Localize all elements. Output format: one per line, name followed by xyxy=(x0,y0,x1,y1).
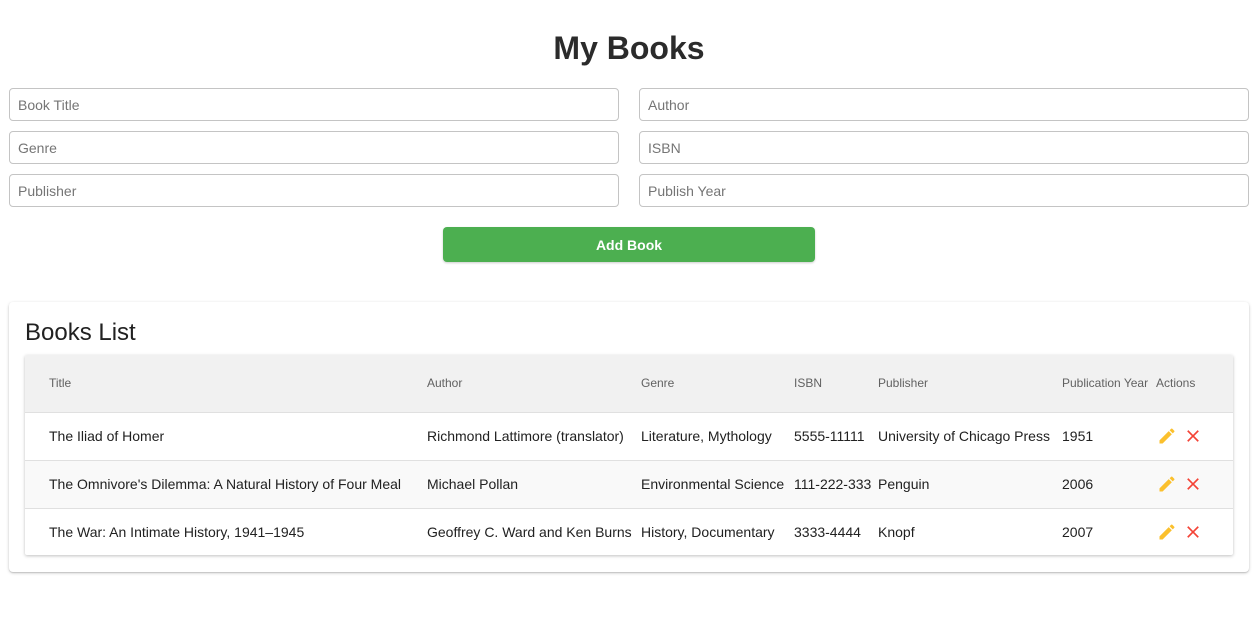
pencil-icon[interactable] xyxy=(1156,425,1178,447)
column-header-author[interactable]: Author xyxy=(427,355,641,412)
cell-genre: Literature, Mythology xyxy=(641,428,772,444)
cell-isbn: 3333-4444 xyxy=(794,524,861,541)
cell-isbn: 5555-11111 xyxy=(794,428,865,444)
author-input[interactable] xyxy=(639,88,1249,121)
cell-actions xyxy=(1156,460,1233,508)
books-table: Title Author Genre ISBN Publisher Public… xyxy=(25,355,1233,555)
cell-author: Richmond Lattimore (translator) xyxy=(427,428,624,444)
row-actions xyxy=(1156,521,1233,543)
table-header-row: Title Author Genre ISBN Publisher Public… xyxy=(25,355,1233,412)
pencil-icon[interactable] xyxy=(1156,521,1178,543)
table-row: The Omnivore's Dilemma: A Natural Histor… xyxy=(25,460,1233,508)
cell-isbn: 111-222-333 xyxy=(794,476,872,492)
cell-author: Geoffrey C. Ward and Ken Burns xyxy=(427,524,632,541)
book-title-input[interactable] xyxy=(9,88,619,121)
column-header-publisher[interactable]: Publisher xyxy=(878,355,1062,412)
cell-title: The Omnivore's Dilemma: A Natural Histor… xyxy=(49,476,402,492)
pencil-icon[interactable] xyxy=(1156,473,1178,495)
cell-actions xyxy=(1156,508,1233,555)
cell-publisher: Knopf xyxy=(878,524,915,541)
row-actions xyxy=(1156,473,1233,495)
cell-publisher: Penguin xyxy=(878,476,930,492)
cell-year: 2006 xyxy=(1062,476,1094,492)
cell-year: 1951 xyxy=(1062,428,1094,444)
column-header-isbn[interactable]: ISBN xyxy=(794,355,878,412)
cell-actions xyxy=(1156,412,1233,460)
books-list-card: Books List Title Author Genre ISBN Publi… xyxy=(9,302,1249,572)
genre-input[interactable] xyxy=(9,131,619,164)
books-list-title: Books List xyxy=(25,319,136,346)
column-header-genre[interactable]: Genre xyxy=(641,355,794,412)
cell-year: 2007 xyxy=(1062,524,1094,541)
cell-genre: Environmental Science xyxy=(641,476,785,492)
table-row: The Iliad of Homer Richmond Lattimore (t… xyxy=(25,412,1233,460)
column-header-title[interactable]: Title xyxy=(25,355,427,412)
close-icon[interactable] xyxy=(1182,521,1204,543)
publish-year-input[interactable] xyxy=(639,174,1249,207)
close-icon[interactable] xyxy=(1182,425,1204,447)
close-icon[interactable] xyxy=(1182,473,1204,495)
table-row: The War: An Intimate History, 1941–1945 … xyxy=(25,508,1233,555)
cell-title: The War: An Intimate History, 1941–1945 xyxy=(49,524,305,541)
isbn-input[interactable] xyxy=(639,131,1249,164)
cell-author: Michael Pollan xyxy=(427,476,519,492)
row-actions xyxy=(1156,425,1233,447)
column-header-publication-year[interactable]: Publication Year xyxy=(1062,355,1156,412)
cell-publisher: University of Chicago Press xyxy=(878,428,1050,444)
cell-genre: History, Documentary xyxy=(641,524,775,541)
add-book-button[interactable]: Add Book xyxy=(443,227,815,262)
publisher-input[interactable] xyxy=(9,174,619,207)
column-header-actions: Actions xyxy=(1156,376,1196,391)
cell-title: The Iliad of Homer xyxy=(49,428,165,444)
page-title: My Books xyxy=(553,30,705,66)
